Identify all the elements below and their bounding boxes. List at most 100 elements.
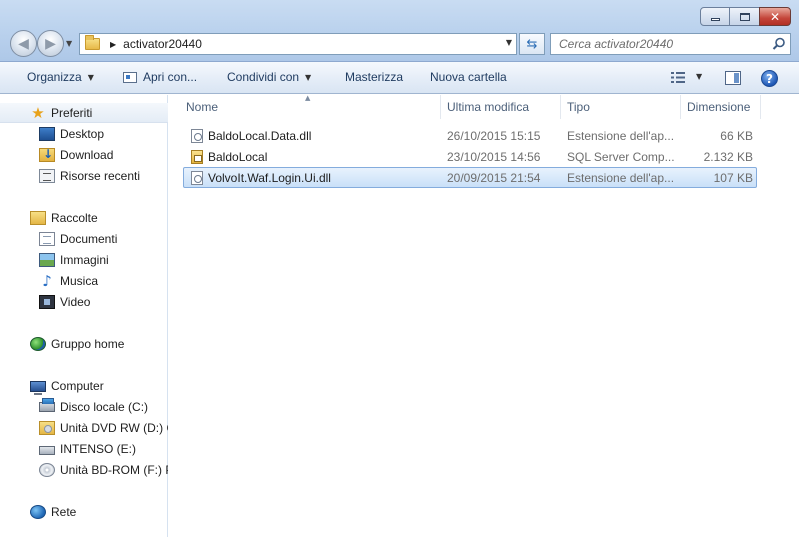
share-with-label: Condividi con	[227, 70, 300, 84]
local-disk-icon	[39, 398, 55, 412]
nav-network-label: Rete	[51, 505, 77, 519]
window-controls: ✕	[700, 7, 791, 26]
column-header-size[interactable]: Dimensione	[681, 95, 761, 119]
search-input[interactable]	[551, 34, 761, 54]
nav-item-local-disk[interactable]: Disco locale (C:)	[0, 397, 168, 417]
nav-item-label: Unità DVD RW (D:) C	[60, 421, 168, 435]
nav-item-bd-drive[interactable]: Unità BD-ROM (F:) P	[0, 460, 168, 480]
bd-rom-disc-icon	[39, 463, 55, 477]
nav-item-label: Documenti	[60, 232, 118, 246]
nav-item-download[interactable]: Download	[0, 145, 168, 165]
desktop-icon	[39, 127, 55, 141]
navigation-buttons: ◀ ▶ ▼	[10, 30, 78, 58]
nav-favorites[interactable]: ★ Preferiti	[0, 103, 168, 123]
refresh-button[interactable]: ⇆	[519, 33, 545, 55]
view-options-icon[interactable]	[671, 72, 685, 83]
nav-item-label: Desktop	[60, 127, 105, 141]
close-button[interactable]: ✕	[759, 7, 791, 26]
search-icon[interactable]	[772, 37, 786, 51]
nav-favorites-label: Preferiti	[51, 105, 93, 120]
nav-computer[interactable]: Computer	[0, 376, 168, 396]
burn-label: Masterizza	[345, 70, 404, 84]
chevron-down-icon: ▼	[305, 72, 312, 82]
forward-button[interactable]: ▶	[37, 30, 64, 57]
file-modified: 20/09/2015 21:54	[447, 171, 541, 185]
breadcrumb-chevron-icon[interactable]: ▶	[110, 40, 116, 49]
nav-homegroup[interactable]: Gruppo home	[0, 334, 168, 354]
usb-drive-icon	[39, 446, 55, 455]
file-type: SQL Server Comp...	[567, 150, 675, 164]
nav-item-desktop[interactable]: Desktop	[0, 124, 168, 144]
pictures-icon	[39, 253, 55, 267]
column-header-row: ▲ Nome Ultima modifica Tipo Dimensione	[169, 94, 799, 119]
arrow-right-icon: ▶	[45, 35, 56, 52]
recent-pages-dropdown[interactable]: ▼	[66, 39, 72, 48]
file-row[interactable]: BaldoLocal.Data.dll 26/10/2015 15:15 Est…	[183, 125, 757, 146]
nav-item-videos[interactable]: Video	[0, 292, 168, 312]
preview-pane-icon[interactable]	[725, 71, 741, 85]
open-with-button[interactable]: Apri con...	[123, 70, 197, 84]
nav-item-label: Disco locale (C:)	[60, 400, 149, 414]
nav-item-label: Download	[60, 148, 114, 162]
documents-icon	[39, 232, 55, 246]
nav-item-label: Risorse recenti	[60, 169, 141, 183]
file-type: Estensione dell'ap...	[567, 129, 675, 143]
nav-item-label: Video	[60, 295, 91, 309]
chevron-down-icon: ▼	[87, 72, 94, 82]
file-size: 2.132 KB	[703, 150, 753, 164]
nav-item-label: INTENSO (E:)	[60, 442, 137, 456]
new-folder-label: Nuova cartella	[430, 70, 507, 84]
breadcrumb-segment[interactable]: activator20440	[123, 37, 202, 51]
computer-icon	[30, 380, 46, 395]
address-dropdown-icon[interactable]: ▼	[506, 38, 512, 47]
arrow-left-icon: ◀	[18, 35, 29, 52]
organize-label: Organizza	[27, 70, 82, 84]
file-name: VolvoIt.Waf.Login.Ui.dll	[208, 171, 331, 185]
column-header-label: Tipo	[567, 100, 590, 114]
new-folder-button[interactable]: Nuova cartella	[430, 70, 507, 84]
nav-item-recent[interactable]: Risorse recenti	[0, 166, 168, 186]
column-header-modified[interactable]: Ultima modifica	[441, 95, 561, 119]
address-bar[interactable]: ▶ activator20440 ▼	[79, 33, 517, 55]
command-bar: Organizza ▼ Apri con... Condividi con ▼ …	[0, 62, 799, 94]
navigation-pane: ★ Preferiti Desktop Download Risorse rec…	[0, 95, 168, 537]
view-options-dropdown-icon[interactable]: ▼	[696, 72, 702, 81]
file-type: Estensione dell'ap...	[567, 171, 675, 185]
nav-item-pictures[interactable]: Immagini	[0, 250, 168, 270]
file-name: BaldoLocal	[208, 150, 268, 164]
column-header-name[interactable]: Nome	[180, 95, 441, 119]
nav-item-music[interactable]: ♪ Musica	[0, 271, 168, 291]
file-row-selected[interactable]: VolvoIt.Waf.Login.Ui.dll 20/09/2015 21:5…	[183, 167, 757, 188]
nav-item-documents[interactable]: Documenti	[0, 229, 168, 249]
sql-file-icon	[191, 150, 203, 164]
close-icon: ✕	[769, 9, 781, 24]
column-header-label: Nome	[186, 100, 219, 114]
nav-computer-label: Computer	[51, 379, 104, 393]
file-row[interactable]: BaldoLocal 23/10/2015 14:56 SQL Server C…	[183, 146, 757, 167]
column-header-label: Ultima modifica	[447, 100, 530, 114]
open-with-label: Apri con...	[143, 70, 198, 84]
nav-item-usb-drive[interactable]: INTENSO (E:)	[0, 439, 168, 459]
window-frame: ✕ ◀ ▶ ▼ ▶ activator20440 ▼ ⇆	[0, 0, 799, 62]
minimize-icon	[710, 18, 720, 21]
nav-item-dvd-drive[interactable]: Unità DVD RW (D:) C	[0, 418, 168, 438]
column-header-label: Dimensione	[687, 100, 751, 114]
minimize-button[interactable]	[700, 7, 730, 26]
music-note-icon: ♪	[42, 272, 52, 290]
refresh-icon: ⇆	[526, 36, 538, 52]
maximize-button[interactable]	[729, 7, 760, 26]
back-button[interactable]: ◀	[10, 30, 37, 57]
open-with-icon	[123, 71, 137, 83]
organize-button[interactable]: Organizza ▼	[27, 70, 94, 84]
share-with-button[interactable]: Condividi con ▼	[227, 70, 311, 84]
libraries-icon	[30, 211, 46, 225]
column-header-type[interactable]: Tipo	[561, 95, 681, 119]
nav-libraries[interactable]: Raccolte	[0, 208, 168, 228]
nav-libraries-label: Raccolte	[51, 211, 98, 225]
maximize-icon	[739, 12, 750, 21]
nav-homegroup-label: Gruppo home	[51, 337, 125, 351]
star-icon: ★	[31, 103, 45, 122]
nav-network[interactable]: Rete	[0, 502, 168, 522]
help-icon[interactable]: ?	[761, 70, 778, 87]
burn-button[interactable]: Masterizza	[345, 70, 403, 84]
